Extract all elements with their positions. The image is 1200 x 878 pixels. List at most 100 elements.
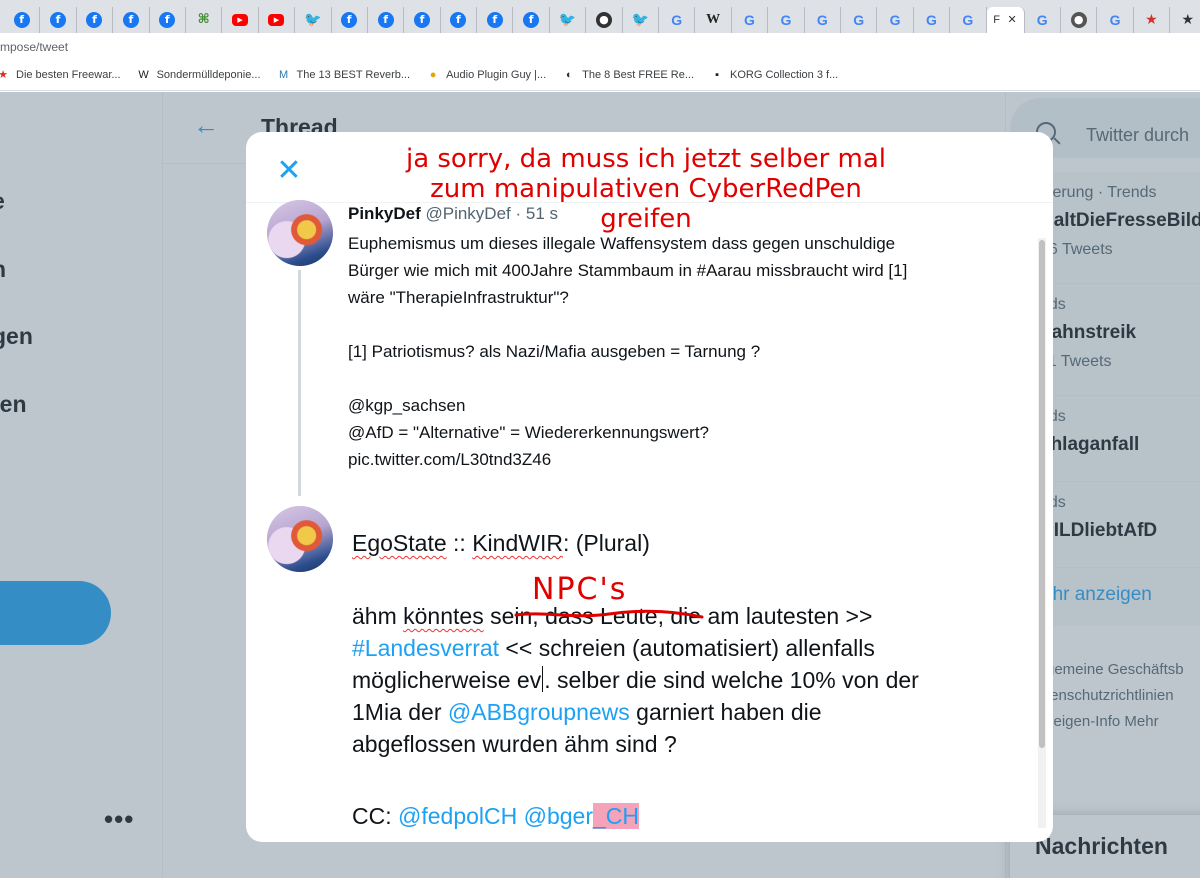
browser-tab[interactable]: f — [368, 6, 405, 33]
browser-tab[interactable]: f — [40, 6, 77, 33]
compose-word: EgoState — [352, 530, 447, 556]
browser-tab[interactable]: ⌘ — [186, 6, 223, 33]
google-icon: G — [853, 11, 865, 28]
browser-tab[interactable]: ● — [586, 6, 623, 33]
bookmark-item[interactable]: ◐ The 8 Best FREE Re... — [562, 68, 694, 82]
browser-tab[interactable]: W — [695, 6, 732, 33]
quoted-author-name: PinkyDef — [348, 204, 421, 223]
google-icon: G — [780, 11, 792, 28]
twitter-icon: 🐦 — [304, 11, 322, 28]
browser-tab[interactable]: G — [841, 6, 878, 33]
active-tab-label: F — [993, 13, 1001, 26]
compose-word: : (Plural) — [562, 530, 650, 556]
google-icon: G — [926, 11, 937, 28]
browser-tab-strip: f f f f f ⌘ ▶ ▶ 🐦 f f f f f f 🐦 ● 🐦 G W G G G G G G G F ✕ G ● G ★ ★ — [0, 0, 1200, 33]
browser-tab[interactable]: G — [877, 6, 914, 33]
bookmark-label: Sondermülldeponie... — [156, 69, 261, 81]
browser-tab[interactable]: G — [950, 6, 987, 33]
facebook-icon: f — [159, 11, 176, 28]
google-icon: G — [744, 11, 755, 28]
browser-tab[interactable]: 🐦 — [623, 6, 660, 33]
tab-close-icon[interactable]: ✕ — [1008, 13, 1017, 26]
address-bar[interactable]: mpose/tweet — [0, 33, 1200, 60]
mention-link[interactable]: @fedpolCH — [398, 803, 517, 829]
browser-tab[interactable]: G — [914, 6, 951, 33]
browser-tab[interactable]: G — [1025, 6, 1061, 33]
bookmark-star-icon: ★ — [1181, 11, 1195, 28]
hashtag-link[interactable]: #Landesverrat — [352, 635, 499, 661]
modal-scrollbar[interactable] — [1038, 238, 1046, 828]
google-icon: G — [962, 11, 974, 28]
over-limit-highlight: _CH — [593, 803, 640, 829]
facebook-icon: f — [13, 11, 30, 28]
browser-tab[interactable]: f — [404, 6, 441, 33]
bookmark-item[interactable]: ▪ KORG Collection 3 f... — [710, 68, 838, 82]
browser-tab-active[interactable]: F ✕ — [986, 6, 1025, 33]
browser-tab[interactable]: ▶ — [222, 6, 259, 33]
bookmark-item[interactable]: M The 13 BEST Reverb... — [277, 68, 410, 82]
star-icon: ★ — [0, 69, 8, 81]
browser-tab[interactable]: f — [513, 6, 550, 33]
bookmark-label: Audio Plugin Guy |... — [446, 69, 547, 81]
compose-line: #Landesverrat << schreien (automatisiert… — [352, 632, 875, 664]
compose-word: möglicherweise ev — [352, 667, 542, 693]
twitter-icon: 🐦 — [631, 11, 650, 28]
facebook-icon: f — [450, 11, 467, 28]
browser-tab[interactable]: ▶ — [259, 6, 296, 33]
url-text: mpose/tweet — [0, 40, 69, 54]
compose-line: EgoState :: KindWIR: (Plural) — [352, 527, 650, 559]
mention-link[interactable]: @ABBgroupnews — [448, 699, 630, 725]
browser-tab[interactable]: G — [1097, 6, 1134, 33]
browser-tab[interactable]: G — [732, 6, 769, 33]
browser-tab[interactable]: f — [150, 6, 186, 33]
annotation-line: ja sorry, da muss ich jetzt selber mal — [405, 144, 887, 174]
browser-tab[interactable]: G — [659, 6, 696, 33]
compose-word: garniert haben die — [629, 699, 822, 725]
quoted-tweet-text: Euphemismus um dieses illegale Waffensys… — [348, 234, 908, 469]
compose-line: 1Mia der @ABBgroupnews garniert haben di… — [352, 696, 822, 728]
wikipedia-icon: W — [706, 11, 721, 27]
browser-tab[interactable]: f — [4, 6, 41, 33]
facebook-icon: f — [86, 11, 103, 28]
red-strikethrough — [514, 609, 704, 619]
moon-icon: ◐ — [565, 69, 573, 81]
korg-icon: ▪ — [715, 69, 719, 81]
google-icon: G — [671, 11, 683, 28]
browser-tab[interactable]: ★ — [1134, 6, 1171, 33]
scrollbar-thumb[interactable] — [1039, 240, 1045, 748]
plugin-guy-icon: ● — [429, 69, 437, 81]
browser-tab[interactable]: f — [441, 6, 478, 33]
facebook-icon: f — [523, 11, 540, 28]
close-icon[interactable]: ✕ — [272, 154, 306, 188]
facebook-icon: f — [341, 11, 358, 28]
browser-tab[interactable]: G — [768, 6, 805, 33]
browser-tab[interactable]: ● — [1061, 6, 1098, 33]
compose-line: CC: @fedpolCH @bger_CH — [352, 800, 640, 832]
google-icon: G — [1036, 11, 1048, 28]
browser-tab[interactable]: f — [477, 6, 514, 33]
bookmark-label: Die besten Freewar... — [16, 69, 121, 81]
github-icon: ● — [595, 11, 612, 28]
browser-tab[interactable]: f — [113, 6, 150, 33]
facebook-icon: f — [413, 11, 430, 28]
compose-modal: ✕ ja sorry, da muss ich jetzt selber mal… — [246, 132, 1053, 842]
browser-tab[interactable]: 🐦 — [550, 6, 587, 33]
compose-line: abgeflossen wurden ähm sind ? — [352, 728, 677, 760]
facebook-icon: f — [50, 11, 67, 28]
compose-word: :: — [446, 530, 473, 556]
browser-tab[interactable]: f — [77, 6, 114, 33]
browser-tab[interactable]: 🐦 — [295, 6, 332, 33]
browser-tab[interactable]: G — [805, 6, 841, 33]
bookmark-item[interactable]: ● Audio Plugin Guy |... — [426, 68, 546, 82]
globe-icon: ● — [1070, 11, 1087, 28]
bookmark-item[interactable]: ★ Die besten Freewar... — [0, 68, 121, 82]
browser-tab[interactable]: f — [332, 6, 368, 33]
compose-word: könntes — [403, 603, 484, 629]
bookmark-item[interactable]: W Sondermülldeponie... — [137, 68, 261, 82]
compose-word: . selber die sind welche 10% von der — [544, 667, 919, 693]
browser-tab[interactable]: ★ — [1170, 7, 1200, 33]
mention-link[interactable]: @bger — [524, 803, 593, 829]
m-logo-icon: M — [278, 69, 289, 81]
google-icon: G — [889, 11, 901, 28]
compose-word: << schreien (automatisiert) allenfalls — [499, 635, 875, 661]
